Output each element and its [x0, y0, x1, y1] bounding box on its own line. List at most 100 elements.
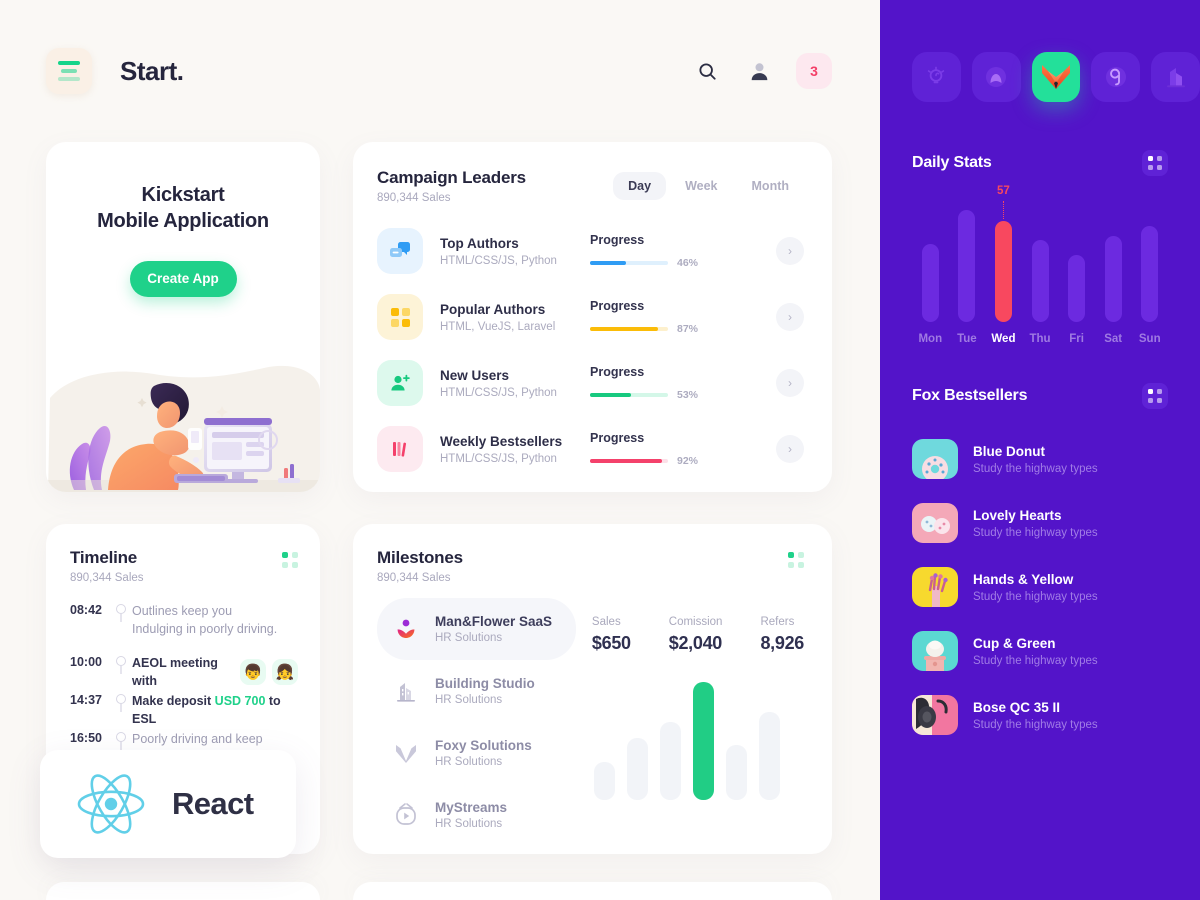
bestseller-meta: Cup & Green Study the highway types [973, 636, 1098, 667]
tab-week[interactable]: Week [670, 172, 732, 200]
campaign-meta: Top Authors HTML/CSS/JS, Python [440, 236, 590, 267]
bestseller-row[interactable]: Blue Donut Study the highway types [912, 427, 1168, 491]
chevron-right-icon[interactable]: › [776, 303, 804, 331]
fox-mask-icon[interactable] [971, 52, 1021, 102]
lightbulb-icon[interactable] [912, 52, 961, 102]
hamburger-menu-icon[interactable] [46, 48, 92, 94]
progress-bar-wrap: 53% [590, 389, 710, 401]
product-thumbnail [912, 567, 958, 607]
campaign-row[interactable]: Popular Authors HTML, VueJS, Laravel Pro… [377, 284, 804, 350]
campaign-row[interactable]: New Users HTML/CSS/JS, Python Progress 5… [377, 350, 804, 416]
timeline-entry: 10:00 AEOL meeting with 👦 👧 [70, 654, 298, 692]
bestseller-meta: Hands & Yellow Study the highway types [973, 572, 1098, 603]
campaign-row[interactable]: Weekly Bestsellers HTML/CSS/JS, Python P… [377, 416, 804, 482]
chart-bar [626, 738, 648, 800]
notification-badge[interactable]: 3 [796, 53, 832, 89]
building-icon [391, 679, 421, 703]
axis-label: Sun [1138, 333, 1161, 345]
app-switcher [880, 0, 1200, 102]
chevron-right-icon[interactable]: › [776, 435, 804, 463]
user-avatar-icon[interactable] [744, 56, 774, 86]
milestone-name: MyStreams [435, 800, 508, 815]
campaign-tech: HTML/CSS/JS, Python [440, 254, 557, 267]
milestone-meta: Foxy Solutions HR Solutions [435, 738, 532, 768]
fox-head-icon [391, 742, 421, 764]
bestseller-row[interactable]: Bose QC 35 II Study the highway types [912, 683, 1168, 747]
create-app-button[interactable]: Create App [129, 260, 237, 297]
tab-month[interactable]: Month [737, 172, 804, 200]
axis-label: Mon [918, 333, 943, 345]
axis-label: Sat [1104, 333, 1123, 345]
bestseller-sub: Study the highway types [973, 462, 1098, 475]
dot-grid-icon[interactable] [788, 552, 804, 568]
timeline-time: 16:50 [70, 731, 102, 745]
campaign-progress: Progress 87% [590, 299, 710, 335]
chevron-right-icon[interactable]: › [776, 237, 804, 265]
chart-bar [593, 762, 615, 800]
stat-label: Comission [668, 616, 723, 628]
timeline-amount: USD 700 [214, 694, 266, 708]
stat-value: $2,040 [668, 633, 723, 653]
milestone-row[interactable]: MyStreams HR Solutions [377, 784, 576, 846]
bestseller-row[interactable]: Cup & Green Study the highway types [912, 619, 1168, 683]
milestone-row[interactable]: Foxy Solutions HR Solutions [377, 722, 576, 784]
promo-title-line1: Kickstart [141, 184, 225, 206]
bestseller-name: Bose QC 35 II [973, 699, 1061, 715]
bestseller-name: Blue Donut [973, 443, 1045, 459]
chart-bar [958, 210, 976, 322]
promo-title-line2: Mobile Application [97, 210, 269, 233]
react-badge[interactable]: React [40, 750, 296, 858]
stat-sales: Sales $650 [592, 616, 631, 654]
timeline-dot [116, 656, 126, 666]
dot-grid-icon[interactable] [282, 552, 298, 568]
bestseller-row[interactable]: Hands & Yellow Study the highway types [912, 555, 1168, 619]
chart-bar [1141, 226, 1159, 322]
timeline-line [120, 742, 122, 750]
bestseller-row[interactable]: Lovely Hearts Study the highway types [912, 491, 1168, 555]
milestone-stats: Sales $650 Comission $2,040 Refers 8,926 [592, 598, 804, 654]
bestseller-meta: Blue Donut Study the highway types [973, 444, 1098, 475]
milestones-title-block: Milestones 890,344 Sales [377, 548, 463, 584]
campaign-row[interactable]: Top Authors HTML/CSS/JS, Python Progress… [377, 218, 804, 284]
orange-fox-icon[interactable] [1031, 52, 1081, 102]
stat-value: 8,926 [760, 633, 804, 653]
dot-grid-icon[interactable] [1142, 383, 1168, 409]
flower-logo-icon [391, 617, 421, 641]
nine-spiral-icon[interactable] [1091, 52, 1141, 102]
campaign-list: Top Authors HTML/CSS/JS, Python Progress… [377, 218, 804, 482]
timeline-time: 10:00 [70, 655, 102, 669]
timeline-header: Timeline 890,344 Sales [70, 548, 298, 584]
progress-bar-wrap: 46% [590, 257, 710, 269]
tab-day[interactable]: Day [613, 172, 667, 200]
milestone-sub: HR Solutions [435, 632, 503, 644]
content-area: Kickstart Mobile Application Create App [0, 142, 880, 854]
milestone-name: Man&Flower SaaS [435, 614, 553, 629]
campaign-title-block: Campaign Leaders 890,344 Sales [377, 168, 526, 204]
milestone-row[interactable]: Man&Flower SaaS HR Solutions [377, 598, 576, 660]
chart-col [1131, 194, 1168, 322]
milestone-row[interactable]: Building Studio HR Solutions [377, 660, 576, 722]
react-label: React [172, 786, 254, 821]
milestone-name: Building Studio [435, 676, 535, 691]
skyscraper-icon[interactable] [1151, 52, 1200, 102]
timeline-rail [110, 602, 132, 622]
milestone-meta: MyStreams HR Solutions [435, 800, 507, 830]
chart-bar [1031, 240, 1049, 322]
timeline-text: AEOL meeting with [132, 656, 218, 689]
dashboard-root: Start. 3 Kickstart Mobile Application Cr… [0, 0, 1200, 900]
timeline-rail [110, 730, 132, 750]
bestsellers-title: Fox Bestsellers [912, 387, 1028, 404]
timeline-subtitle: 890,344 Sales [70, 572, 144, 584]
timeline-time: 08:42 [70, 603, 102, 617]
search-icon[interactable] [692, 56, 722, 86]
daily-stats-header: Daily Stats [912, 150, 1168, 176]
bestsellers-list: Blue Donut Study the highway types Lovel… [912, 427, 1168, 747]
books-icon [377, 426, 423, 472]
chart-value-label: 57 [997, 185, 1010, 197]
milestones-title: Milestones [377, 548, 463, 567]
timeline-dot [116, 604, 126, 614]
chevron-right-icon[interactable]: › [776, 369, 804, 397]
dot-grid-icon[interactable] [1142, 150, 1168, 176]
bestseller-sub: Study the highway types [973, 718, 1098, 731]
campaign-name: New Users [440, 367, 510, 383]
